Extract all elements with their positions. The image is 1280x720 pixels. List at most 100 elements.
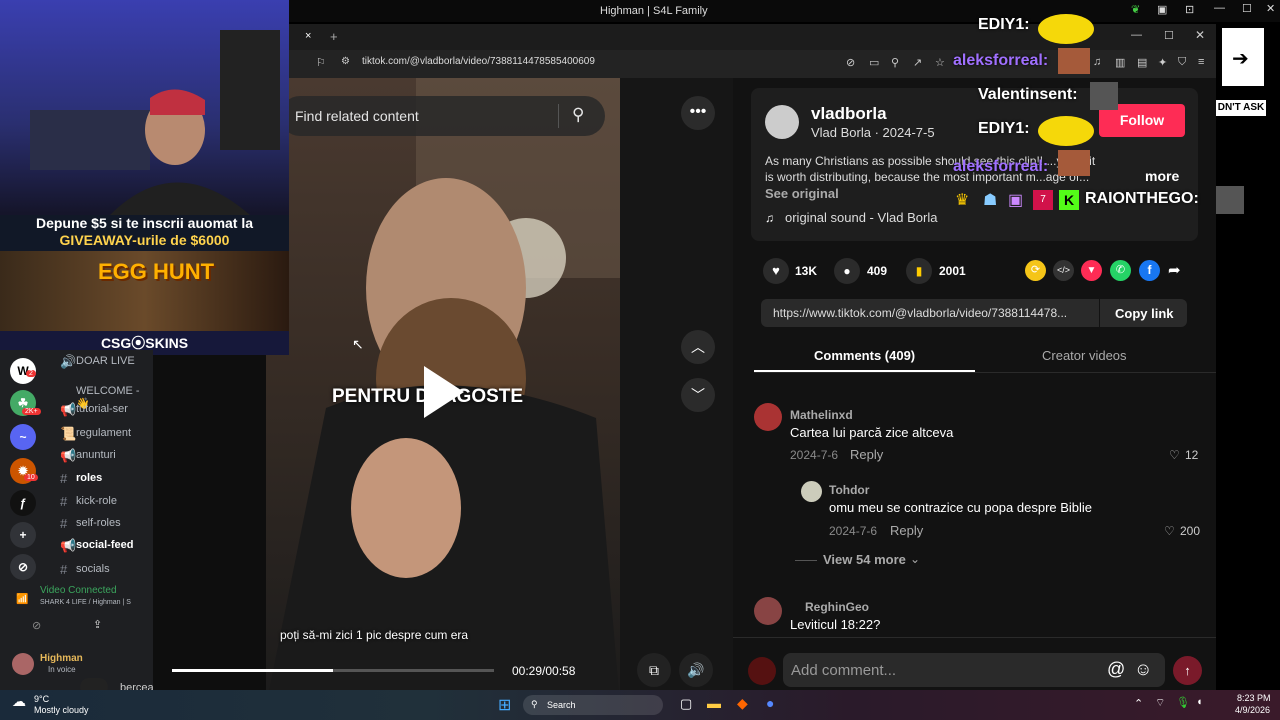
play-icon[interactable] [424,366,464,418]
taskbar-search[interactable]: ⚲ Search [523,695,663,715]
facebook-icon[interactable]: f [1139,260,1160,281]
previous-video-button[interactable]: ︿ [681,330,715,364]
new-tab-button[interactable]: + [330,29,338,44]
voice-status[interactable]: Video Connected [40,585,117,596]
share-link-text[interactable]: https://www.tiktok.com/@vladborla/video/… [773,306,1067,320]
vpn-icon[interactable]: ⛉ [1178,56,1186,69]
channel-item[interactable]: anunturi [76,449,116,461]
url-field[interactable]: tiktok.com/@vladborla/video/738811447858… [362,56,595,67]
site-info-icon[interactable]: ⚙ [341,56,350,67]
weather-icon[interactable]: ☁ [12,693,26,710]
more-link[interactable]: more [1145,168,1179,184]
reply-button[interactable]: Reply [850,447,883,462]
server-icon[interactable]: ƒ [10,490,36,516]
progress-track[interactable] [172,669,494,672]
channel-item[interactable]: self-roles [76,517,121,529]
creator-avatar[interactable] [765,105,799,139]
wifi-icon[interactable]: ⌔ [1155,696,1165,710]
add-comment-input[interactable]: Add comment... @ ☺ [783,653,1165,687]
heart-icon[interactable]: ♡ [1164,524,1175,538]
close-icon[interactable]: ✕ [1195,28,1205,42]
sound-label[interactable]: original sound - Vlad Borla [785,210,937,225]
star-icon[interactable]: ☆ [935,56,945,69]
add-server-icon[interactable]: + [10,522,36,548]
comment-author[interactable]: Mathelinxd [790,408,853,422]
wallet-icon[interactable]: ▤ [1137,56,1147,69]
volume-icon[interactable]: 🔊 [679,653,713,687]
zoom-icon[interactable]: ⚲ [891,56,899,69]
tray-chevron-icon[interactable]: ⌃ [1134,697,1143,710]
heart-icon[interactable]: ♥ [763,258,789,284]
post-comment-button[interactable]: ↑ [1173,656,1202,685]
start-icon[interactable]: ⊞ [498,695,511,715]
maximize-icon[interactable]: ☐ [1164,29,1174,42]
mic-icon[interactable]: 🎙 [1176,696,1190,709]
more-options-icon[interactable]: ••• [681,96,715,130]
share-icon[interactable]: ↗ [913,56,922,69]
brave-icon[interactable]: ◆ [737,695,748,712]
embed-icon[interactable]: </> [1053,260,1074,281]
avatar[interactable] [801,481,822,502]
cast-icon[interactable]: ▭ [869,56,879,69]
search-icon[interactable]: ⚲ [572,105,584,125]
channel-item[interactable]: regulament [76,427,131,439]
comment-author[interactable]: ReghinGeo [805,600,869,614]
video-player[interactable]: PENTRU DRAGOSTE poți să-mi zici 1 pic de… [266,78,620,706]
screen-icon[interactable]: ▣ [1157,3,1167,16]
tab-comments[interactable]: Comments (409) [814,348,915,363]
server-icon[interactable]: ~ [10,424,36,450]
copy-link-button[interactable]: Copy link [1115,306,1174,321]
maximize-icon[interactable]: ☐ [1242,2,1252,15]
voice-channel[interactable]: SHARK 4 LIFE / Highman | S [40,599,131,606]
pip-icon[interactable]: ⧉ [637,653,671,687]
discord-icon[interactable]: ● [766,695,774,711]
task-view-icon[interactable]: ▢ [680,696,692,712]
channel-item[interactable]: social-feed [76,539,133,551]
whatsapp-icon[interactable]: ✆ [1110,260,1131,281]
channel-item[interactable]: tutorial-ser [76,403,128,415]
user-name[interactable]: Highman [40,653,83,664]
next-video-button[interactable]: ﹀ [681,378,715,412]
see-original-link[interactable]: See original [765,186,839,201]
close-icon[interactable]: ✕ [1266,2,1275,15]
clock-time[interactable]: 8:23 PM [1237,693,1271,703]
share-icon[interactable]: ➦ [1168,261,1181,279]
channel-item[interactable]: DOAR LIVE [76,355,135,367]
reply-button[interactable]: Reply [890,523,923,538]
camera-off-icon[interactable]: ⊘ [32,619,41,632]
creator-username[interactable]: vladborla [811,104,887,124]
avatar[interactable] [12,653,34,675]
avatar[interactable] [754,597,782,625]
screen-share-icon[interactable]: ⇪ [93,618,102,631]
avatar[interactable] [754,403,782,431]
mention-icon[interactable]: @ [1107,659,1125,680]
comment-author[interactable]: Tohdor [829,483,869,497]
search-input[interactable]: Find related content ⚲ [280,96,605,136]
repost-icon[interactable]: ⟳ [1025,260,1046,281]
emoji-icon[interactable]: ☺ [1134,659,1152,680]
clock-date[interactable]: 4/9/2026 [1235,705,1270,715]
pin-icon[interactable]: ⊡ [1185,3,1194,16]
channel-item[interactable]: socials [76,563,110,575]
music-icon[interactable]: ♫ [1093,56,1101,68]
tab-close-icon[interactable]: × [305,30,311,42]
menu-icon[interactable]: ≡ [1198,56,1204,68]
minimize-icon[interactable]: — [1214,2,1225,14]
view-more-replies[interactable]: View 54 more [823,552,906,567]
comment-icon[interactable]: ● [834,258,860,284]
mute-icon[interactable]: ⊘ [846,56,855,69]
chevron-down-icon[interactable]: ⌄ [910,552,920,566]
sidebar-icon[interactable]: ▥ [1115,56,1125,69]
channel-item[interactable]: roles [76,472,102,484]
send-icon[interactable]: ▼ [1081,260,1102,281]
speaker-icon[interactable]: ◖ [1196,696,1203,708]
channel-item[interactable]: kick-role [76,495,117,507]
minimize-icon[interactable]: — [1131,29,1142,41]
tab-creator-videos[interactable]: Creator videos [1042,348,1127,363]
explore-icon[interactable]: ⊘ [10,554,36,580]
leo-icon[interactable]: ✦ [1158,56,1167,69]
bookmark-icon[interactable]: ▮ [906,258,932,284]
heart-icon[interactable]: ♡ [1169,448,1180,462]
bookmark-icon[interactable]: ⚐ [316,56,326,69]
folder-icon[interactable]: ▬ [707,695,721,711]
